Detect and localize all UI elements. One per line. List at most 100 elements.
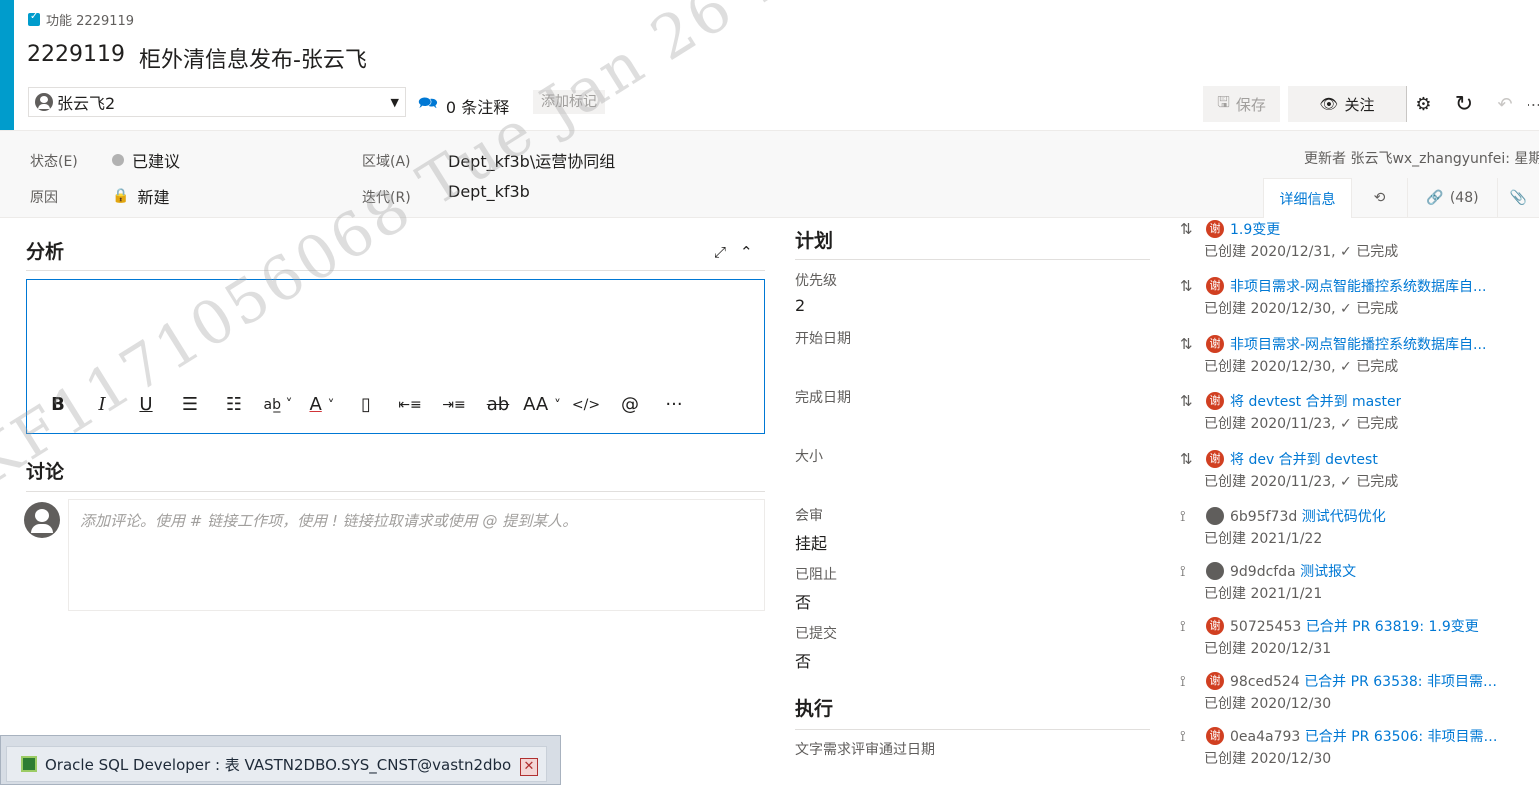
link-author-avatar: 谢 [1206, 277, 1224, 295]
analysis-heading: 分析 [26, 241, 65, 263]
review-field[interactable]: 挂起 [795, 530, 827, 554]
state-label: 状态(E) [30, 154, 78, 170]
bold-button[interactable]: B [36, 394, 80, 415]
tab-links[interactable]: 🔗 (48) [1407, 178, 1497, 218]
link-item[interactable]: ⟟ 谢 0ea4a793 已合并 PR 63506: 非项目需求... 已创建 202… [1178, 725, 1539, 775]
refresh-icon[interactable]: ↻ [1448, 86, 1480, 122]
font-color-chevron-icon: ˅ [327, 398, 335, 414]
work-item-title[interactable]: 2229119 柜外清信息发布-张云飞 [27, 42, 367, 74]
link-title[interactable]: 98ced524 已合并 PR 63538: 非项目需求... [1230, 671, 1506, 691]
link-title-text: 将 dev 合并到 devtest [1230, 452, 1378, 468]
link-title[interactable]: 6b95f73d 测试代码优化 [1230, 506, 1386, 526]
mention-button[interactable]: @ [608, 394, 652, 415]
assignee-name: 张云飞2 [57, 94, 116, 113]
updated-by-text: 更新者 张云飞wx_zhangyunfei: 星期 [1304, 151, 1539, 167]
lock-icon: 🔒 [112, 188, 130, 204]
numbered-list-icon[interactable]: ☷ [212, 394, 256, 415]
close-icon[interactable]: ✕ [520, 758, 538, 776]
add-tag-button[interactable]: 添加标记 [533, 90, 605, 114]
link-title-text: 测试代码优化 [1301, 509, 1386, 525]
pull-request-icon: ⇅ [1180, 220, 1193, 238]
link-item[interactable]: ⇅ 谢 1.9变更 已创建 2020/12/31, ✓ 已完成 [1178, 218, 1539, 268]
comments-link[interactable]: 🗪 0 条注释 [418, 92, 509, 119]
link-item[interactable]: ⟟ 9d9dcfda 测试报文 已创建 2021/1/21 [1178, 560, 1539, 610]
link-author-avatar: 谢 [1206, 392, 1224, 410]
iteration-label: 迭代(R) [362, 190, 411, 206]
link-title[interactable]: 非项目需求-网点智能播控系统数据库自... [1230, 334, 1486, 354]
clear-format-icon[interactable]: ▯ [344, 394, 388, 415]
user-avatar [24, 502, 60, 538]
work-item-title-text[interactable]: 柜外清信息发布-张云飞 [139, 42, 367, 74]
taskbar-window-item[interactable]: Oracle SQL Developer : 表 VASTN2DBO.SYS_C… [6, 746, 547, 782]
gear-icon[interactable]: ⚙ [1406, 86, 1440, 122]
save-button[interactable]: 🖫 保存 [1203, 86, 1280, 122]
state-field[interactable]: 已建议 [112, 148, 180, 172]
link-title[interactable]: 9d9dcfda 测试报文 [1230, 561, 1356, 581]
link-meta: 已创建 2020/12/31 [1204, 641, 1332, 657]
link-meta: 已创建 2021/1/21 [1204, 586, 1323, 602]
follow-button[interactable]: 👁 关注 [1288, 86, 1406, 122]
link-title-text: 已合并 PR 63506: 非项目需求... [1304, 729, 1506, 745]
area-field[interactable]: Dept_kf3b\运营协同组 [448, 148, 615, 172]
assignee-picker[interactable]: 张云飞2 ▼ [28, 87, 406, 117]
chevron-down-icon[interactable]: ▼ [391, 96, 399, 109]
link-item[interactable]: ⇅ 谢将 dev 合并到 devtest 已创建 2020/11/23, ✓ 已完成 [1178, 448, 1539, 498]
work-item-type-label: 功能 2229119 [28, 10, 134, 29]
highlight-icon[interactable]: ab̲ ˅ [256, 397, 300, 413]
execution-divider [795, 729, 1150, 730]
analysis-divider [26, 270, 765, 271]
italic-button[interactable]: I [80, 394, 124, 415]
link-meta: 已创建 2020/12/30 [1204, 751, 1332, 767]
font-color-button[interactable]: A ˅ [300, 394, 344, 415]
attachment-icon[interactable]: 📎 [1497, 178, 1539, 218]
pull-request-icon: ⇅ [1180, 450, 1193, 468]
blocked-field[interactable]: 否 [795, 589, 811, 613]
priority-label: 优先级 [795, 273, 837, 289]
follow-label: 关注 [1344, 95, 1375, 114]
indent-icon[interactable]: ⇥≡ [432, 397, 476, 413]
link-item[interactable]: ⟟ 谢 50725453 已合并 PR 63819: 1.9变更 已创建 2020/1… [1178, 615, 1539, 665]
iteration-field[interactable]: Dept_kf3b [448, 182, 530, 201]
link-title[interactable]: 0ea4a793 已合并 PR 63506: 非项目需求... [1230, 726, 1506, 746]
committed-field[interactable]: 否 [795, 648, 811, 672]
underline-button[interactable]: U [124, 394, 168, 415]
link-title[interactable]: 50725453 已合并 PR 63819: 1.9变更 [1230, 616, 1479, 636]
tab-details[interactable]: 详细信息 [1263, 178, 1351, 218]
link-item[interactable]: ⇅ 谢非项目需求-网点智能播控系统数据库自... 已创建 2020/12/30, ✓… [1178, 333, 1539, 383]
link-title-text: 已合并 PR 63819: 1.9变更 [1305, 619, 1479, 635]
link-author-avatar: 谢 [1206, 220, 1224, 238]
outdent-icon[interactable]: ⇤≡ [388, 397, 432, 413]
side-panel-tabs: 详细信息 ⟲ 🔗 (48) 📎 [1263, 178, 1539, 218]
taskbar-preview: Oracle SQL Developer : 表 VASTN2DBO.SYS_C… [0, 735, 561, 785]
comment-placeholder: 添加评论。使用 # 链接工作项，使用 ! 链接拉取请求或使用 @ 提到某人。 [80, 512, 578, 530]
work-item-type-color-bar [0, 0, 14, 130]
execution-heading: 执行 [795, 698, 834, 720]
link-title-text: 非项目需求-网点智能播控系统数据库自... [1230, 279, 1487, 295]
commit-id: 0ea4a793 [1230, 729, 1305, 745]
link-item[interactable]: ⟟ 谢 98ced524 已合并 PR 63538: 非项目需求... 已创建 202… [1178, 670, 1539, 720]
oracle-sql-developer-icon [21, 756, 37, 772]
history-icon[interactable]: ⟲ [1351, 178, 1407, 218]
priority-field[interactable]: 2 [795, 296, 805, 315]
strikethrough-button[interactable]: ab [476, 394, 520, 415]
collapse-icon[interactable]: ⌃ [740, 243, 753, 261]
link-item[interactable]: ⟟ 6b95f73d 测试代码优化 已创建 2021/1/22 [1178, 505, 1539, 555]
commit-id: 50725453 [1230, 619, 1306, 635]
bulleted-list-icon[interactable]: ☰ [168, 394, 212, 415]
link-title-text: 已合并 PR 63538: 非项目需求... [1304, 674, 1506, 690]
link-title[interactable]: 1.9变更 [1230, 219, 1280, 239]
reason-field[interactable]: 🔒 新建 [112, 184, 169, 208]
font-size-button[interactable]: AA ˅ [520, 394, 564, 415]
comments-count: 0 条注释 [445, 97, 510, 117]
link-title[interactable]: 将 dev 合并到 devtest [1230, 449, 1378, 469]
link-title[interactable]: 将 devtest 合并到 master [1230, 391, 1401, 411]
code-button[interactable]: </> [564, 397, 608, 413]
link-item[interactable]: ⇅ 谢将 devtest 合并到 master 已创建 2020/11/23, ✓ … [1178, 390, 1539, 440]
link-title[interactable]: 非项目需求-网点智能播控系统数据库自... [1230, 276, 1486, 296]
expand-icon[interactable]: ⤢ [714, 243, 726, 261]
more-actions-icon[interactable]: ⋯ [1528, 86, 1539, 122]
link-item[interactable]: ⇅ 谢非项目需求-网点智能播控系统数据库自... 已创建 2020/12/30, ✓… [1178, 275, 1539, 325]
committed-label: 已提交 [795, 626, 837, 642]
more-format-button[interactable]: ··· [652, 394, 696, 415]
undo-icon[interactable]: ↶ [1490, 86, 1520, 122]
